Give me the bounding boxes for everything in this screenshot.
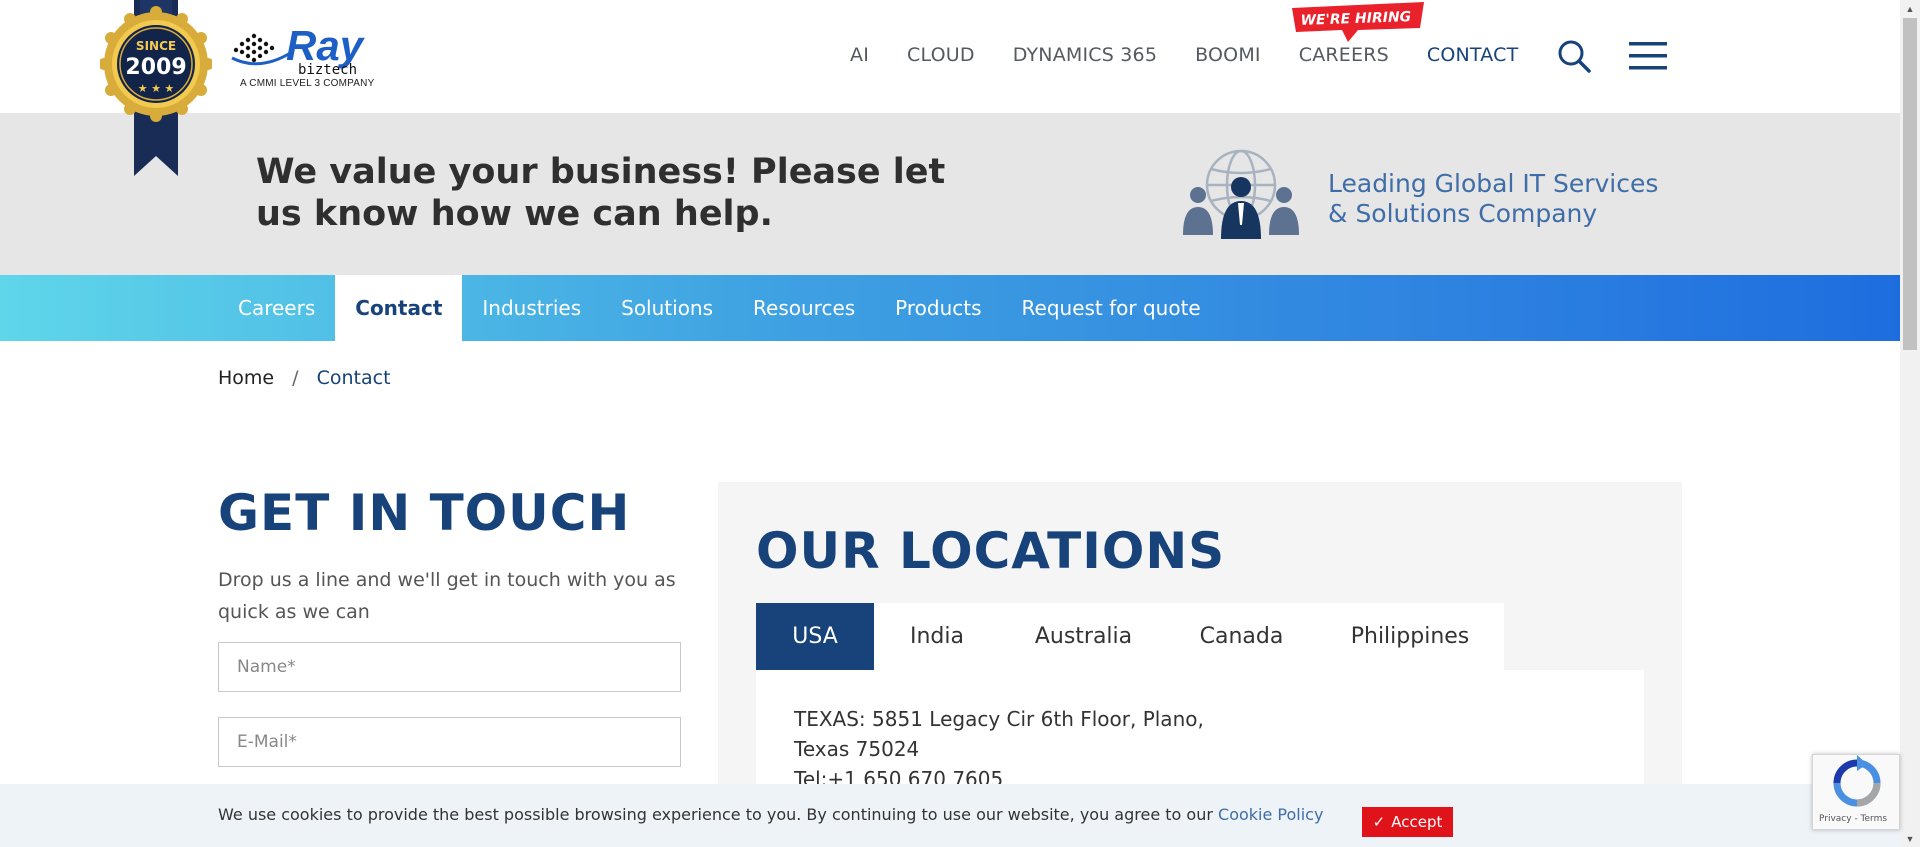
breadcrumb: Home / Contact bbox=[218, 367, 391, 389]
page-scrollbar[interactable]: ▲ ▼ bbox=[1900, 0, 1920, 847]
breadcrumb-current: Contact bbox=[316, 367, 391, 389]
subnav-products[interactable]: Products bbox=[875, 275, 1001, 341]
scroll-up-arrow-icon[interactable]: ▲ bbox=[1900, 0, 1920, 17]
nav-boomi[interactable]: BOOMI bbox=[1195, 44, 1261, 66]
banner-subtitle-line-2: & Solutions Company bbox=[1328, 199, 1598, 228]
recaptcha-terms[interactable]: Privacy - Terms bbox=[1819, 814, 1887, 824]
nav-dynamics-365[interactable]: DYNAMICS 365 bbox=[1013, 44, 1157, 66]
badge-year-text: 2009 bbox=[125, 55, 186, 80]
section-navigation: Careers Contact Industries Solutions Res… bbox=[218, 275, 1221, 341]
cookie-text: We use cookies to provide the best possi… bbox=[218, 805, 1213, 824]
svg-text:★ ★ ★: ★ ★ ★ bbox=[138, 82, 175, 95]
tab-philippines[interactable]: Philippines bbox=[1316, 603, 1504, 670]
subnav-request-for-quote[interactable]: Request for quote bbox=[1002, 275, 1221, 341]
tab-india[interactable]: India bbox=[874, 603, 1000, 670]
recaptcha-badge[interactable]: Privacy - Terms bbox=[1812, 754, 1900, 830]
subnav-contact[interactable]: Contact bbox=[335, 275, 463, 341]
location-tabs: USA India Australia Canada Philippines bbox=[756, 603, 1504, 670]
get-in-touch-subtitle: Drop us a line and we'll get in touch wi… bbox=[218, 569, 676, 623]
scroll-down-arrow-icon[interactable]: ▼ bbox=[1900, 830, 1920, 847]
tab-canada[interactable]: Canada bbox=[1167, 603, 1316, 670]
hero-banner: We value your business! Please let us kn… bbox=[0, 113, 1900, 275]
our-locations-heading: OUR LOCATIONS bbox=[756, 522, 1226, 580]
accept-label: Accept bbox=[1391, 813, 1443, 831]
cookie-policy-link[interactable]: Cookie Policy bbox=[1218, 805, 1323, 824]
cookie-message: We use cookies to provide the best possi… bbox=[218, 805, 1323, 824]
hamburger-menu-icon[interactable] bbox=[1628, 40, 1668, 72]
search-icon[interactable] bbox=[1556, 38, 1592, 74]
location-address: TEXAS: 5851 Legacy Cir 6th Floor, Plano,… bbox=[794, 707, 1204, 761]
subnav-resources[interactable]: Resources bbox=[733, 275, 875, 341]
were-hiring-badge[interactable]: WE'RE HIRING bbox=[1288, 2, 1428, 44]
accept-cookies-button[interactable]: ✓ Accept bbox=[1362, 807, 1453, 837]
tab-australia[interactable]: Australia bbox=[1000, 603, 1167, 670]
email-field[interactable] bbox=[218, 717, 681, 767]
recaptcha-icon bbox=[1833, 755, 1881, 807]
nav-ai[interactable]: AI bbox=[850, 44, 869, 66]
nav-careers[interactable]: CAREERS bbox=[1299, 44, 1389, 66]
get-in-touch-heading: GET IN TOUCH bbox=[218, 484, 631, 542]
breadcrumb-separator: / bbox=[292, 367, 299, 389]
name-field[interactable] bbox=[218, 642, 681, 692]
cookie-consent-bar: We use cookies to provide the best possi… bbox=[0, 784, 1900, 847]
banner-subtitle-line-1: Leading Global IT Services bbox=[1328, 169, 1659, 198]
banner-title: We value your business! Please let us kn… bbox=[256, 152, 946, 234]
global-team-icon bbox=[1180, 149, 1302, 239]
subnav-industries[interactable]: Industries bbox=[462, 275, 601, 341]
location-details: TEXAS: 5851 Legacy Cir 6th Floor, Plano,… bbox=[794, 704, 1214, 794]
nav-cloud[interactable]: CLOUD bbox=[907, 44, 975, 66]
check-icon: ✓ bbox=[1372, 813, 1386, 831]
logo-sub-text: biztech bbox=[298, 62, 357, 78]
badge-since-text: SINCE bbox=[136, 39, 176, 53]
nav-contact[interactable]: CONTACT bbox=[1427, 44, 1519, 66]
since-2009-badge: SINCE 2009 ★ ★ ★ bbox=[98, 0, 214, 176]
subnav-careers[interactable]: Careers bbox=[218, 275, 335, 341]
banner-subtitle: Leading Global IT Services & Solutions C… bbox=[1328, 169, 1658, 229]
subnav-solutions[interactable]: Solutions bbox=[601, 275, 733, 341]
top-navigation: AI CLOUD DYNAMICS 365 BOOMI CAREERS CONT… bbox=[850, 44, 1556, 66]
site-header: SINCE 2009 ★ ★ ★ Ray biztech A CMMI LEVE… bbox=[0, 0, 1900, 176]
tab-usa[interactable]: USA bbox=[756, 603, 874, 670]
logo-tagline: A CMMI LEVEL 3 COMPANY bbox=[240, 78, 375, 89]
breadcrumb-home[interactable]: Home bbox=[218, 367, 274, 389]
section-navigation-bar: Careers Contact Industries Solutions Res… bbox=[0, 275, 1900, 341]
scrollbar-thumb[interactable] bbox=[1903, 18, 1917, 350]
